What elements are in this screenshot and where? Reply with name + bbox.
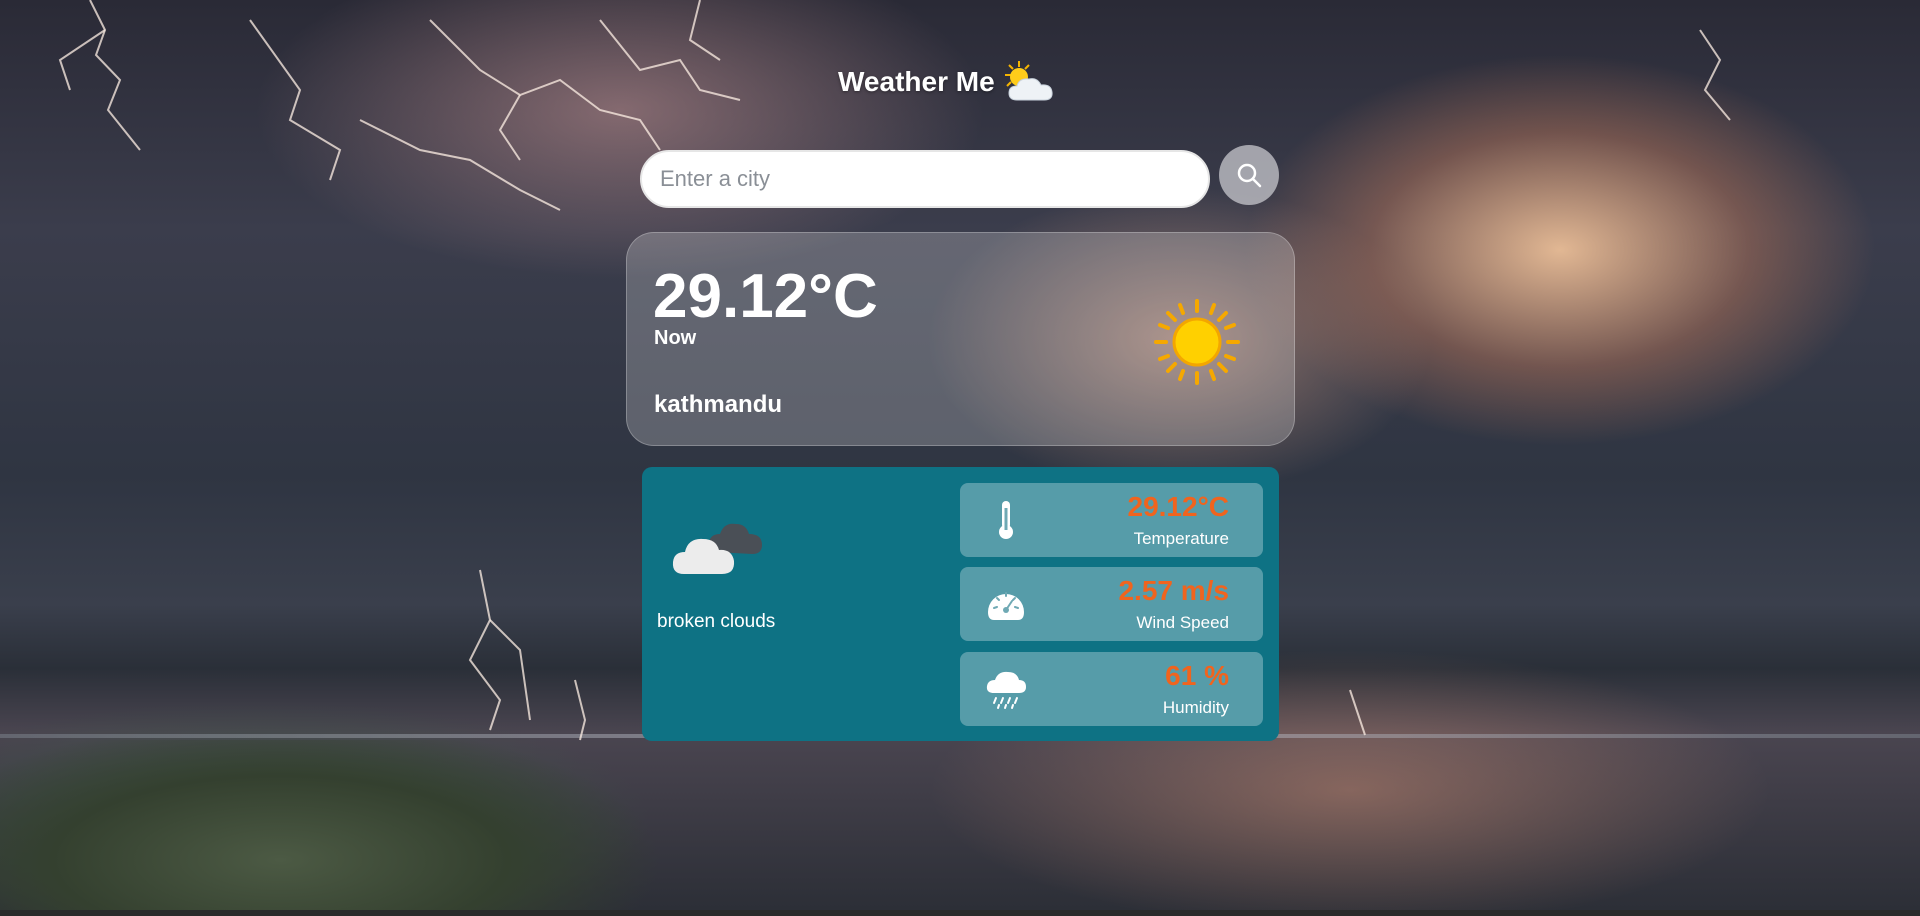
wind-speed-label: Wind Speed xyxy=(1136,613,1229,632)
sun-icon xyxy=(1154,299,1240,385)
app-title: Weather Me xyxy=(838,58,1059,106)
weather-condition: broken clouds xyxy=(657,611,776,632)
humidity-label: Humidity xyxy=(1162,698,1229,717)
wind-speed-stat: 2.57 m/s Wind Speed xyxy=(960,567,1263,641)
city-search-input[interactable] xyxy=(640,150,1210,208)
current-temperature: 29.12°C xyxy=(653,262,878,331)
temperature-label: Temperature xyxy=(1133,529,1229,548)
temperature-stat: 29.12°C Temperature xyxy=(960,483,1263,557)
broken-clouds-icon xyxy=(672,523,762,574)
search-icon xyxy=(1237,163,1262,188)
humidity-stat: 61 % Humidity xyxy=(960,652,1263,726)
temperature-value: 29.12°C xyxy=(1127,491,1230,522)
rain-cloud-icon xyxy=(986,671,1026,709)
wind-speed-value: 2.57 m/s xyxy=(1118,575,1229,606)
weather-details-card: broken clouds 29.12°C Temperature 2.57 m… xyxy=(642,467,1279,741)
thermometer-icon xyxy=(999,501,1013,539)
current-weather-card: 29.12°C Now kathmandu xyxy=(626,232,1295,446)
humidity-value: 61 % xyxy=(1165,660,1229,691)
current-time-label: Now xyxy=(654,327,697,349)
speedometer-icon xyxy=(988,592,1024,620)
shore-vegetation xyxy=(0,740,700,916)
bottom-strip xyxy=(0,910,1920,916)
sun-behind-cloud-icon xyxy=(1004,61,1053,101)
search-button[interactable] xyxy=(1219,145,1279,205)
page-title: Weather Me xyxy=(838,66,995,97)
city-name: kathmandu xyxy=(654,391,783,418)
